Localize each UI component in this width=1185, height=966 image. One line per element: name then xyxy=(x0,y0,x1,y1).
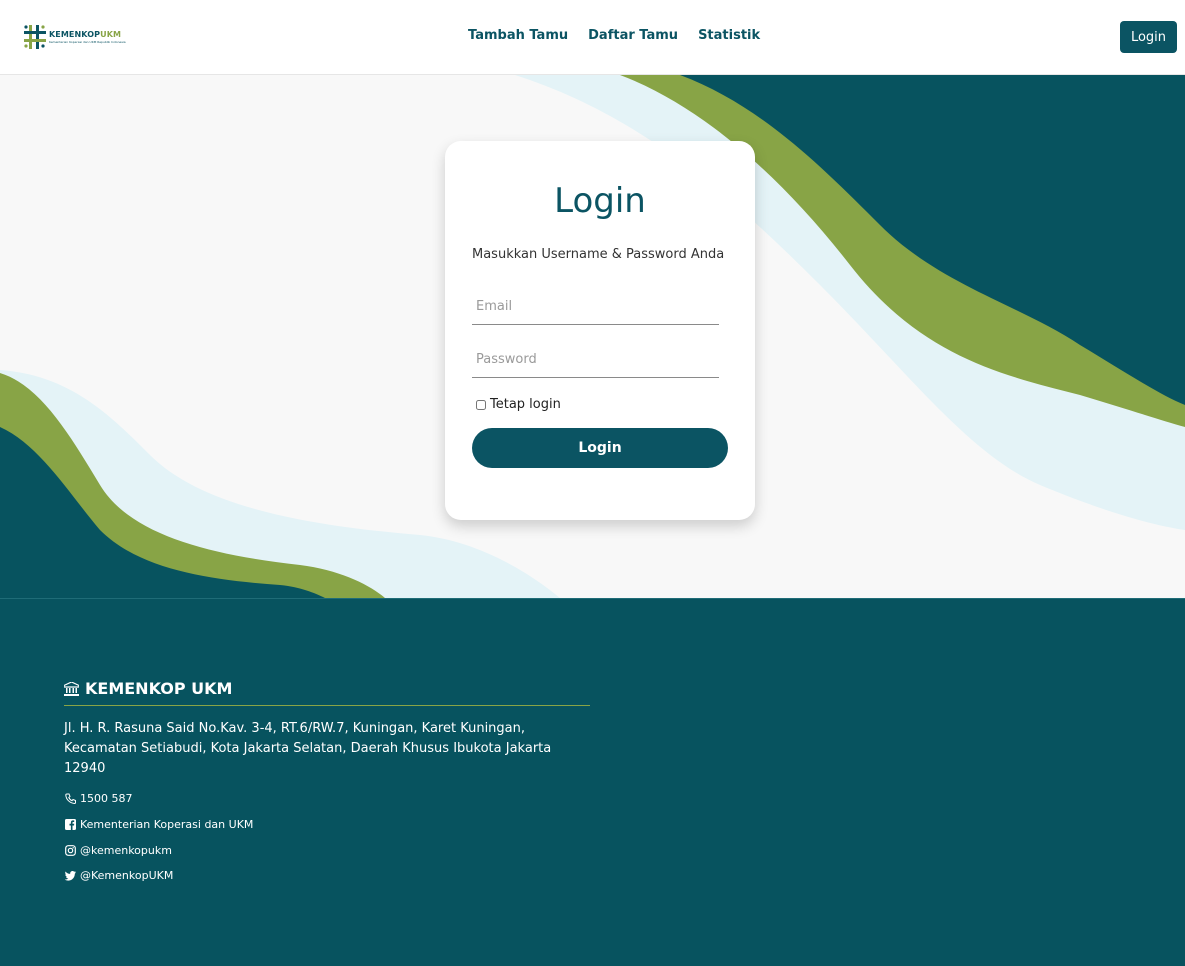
header-login-button[interactable]: Login xyxy=(1120,21,1177,53)
logo-title-part1: KEMENKOP xyxy=(49,30,101,39)
building-icon xyxy=(64,681,79,696)
footer-instagram[interactable]: @kemenkopukm xyxy=(64,844,172,857)
nav-statistik[interactable]: Statistik xyxy=(698,28,760,43)
footer-twitter-text: @KemenkopUKM xyxy=(80,869,174,882)
login-subtitle: Masukkan Username & Password Anda xyxy=(472,247,725,262)
footer-title: KEMENKOP UKM xyxy=(64,679,232,698)
login-card: Login Masukkan Username & Password Anda … xyxy=(445,141,755,520)
login-submit-button[interactable]: Login xyxy=(472,428,728,468)
logo[interactable]: KEMENKOPUKM Kementerian Koperasi dan UKM… xyxy=(23,24,126,50)
phone-icon xyxy=(64,793,76,805)
facebook-icon xyxy=(64,819,76,831)
footer-title-text: KEMENKOP UKM xyxy=(85,679,233,698)
main-nav: Tambah Tamu Daftar Tamu Statistik xyxy=(468,28,760,43)
footer: KEMENKOP UKM Jl. H. R. Rasuna Said No.Ka… xyxy=(0,598,1185,966)
remember-me[interactable]: Tetap login xyxy=(476,397,561,412)
footer-divider xyxy=(64,705,590,706)
navbar: KEMENKOPUKM Kementerian Koperasi dan UKM… xyxy=(0,0,1185,75)
footer-twitter[interactable]: @KemenkopUKM xyxy=(64,869,173,882)
password-field[interactable] xyxy=(472,342,719,378)
footer-facebook-text: Kementerian Koperasi dan UKM xyxy=(80,818,254,831)
logo-subtitle: Kementerian Koperasi dan UKM Republik In… xyxy=(49,40,126,44)
twitter-icon xyxy=(64,870,76,882)
email-field[interactable] xyxy=(472,289,719,325)
remember-checkbox[interactable] xyxy=(476,399,486,410)
login-title: Login xyxy=(554,181,646,221)
remember-label: Tetap login xyxy=(490,397,561,412)
footer-instagram-text: @kemenkopukm xyxy=(80,844,172,857)
nav-tambah-tamu[interactable]: Tambah Tamu xyxy=(468,28,568,43)
footer-facebook[interactable]: Kementerian Koperasi dan UKM xyxy=(64,818,253,831)
logo-title-part2: UKM xyxy=(100,30,122,39)
instagram-icon xyxy=(64,845,76,857)
nav-daftar-tamu[interactable]: Daftar Tamu xyxy=(588,28,678,43)
footer-phone[interactable]: 1500 587 xyxy=(64,792,133,805)
footer-address: Jl. H. R. Rasuna Said No.Kav. 3-4, RT.6/… xyxy=(64,721,552,776)
footer-phone-text: 1500 587 xyxy=(80,792,133,805)
logo-mark-icon xyxy=(24,25,46,49)
